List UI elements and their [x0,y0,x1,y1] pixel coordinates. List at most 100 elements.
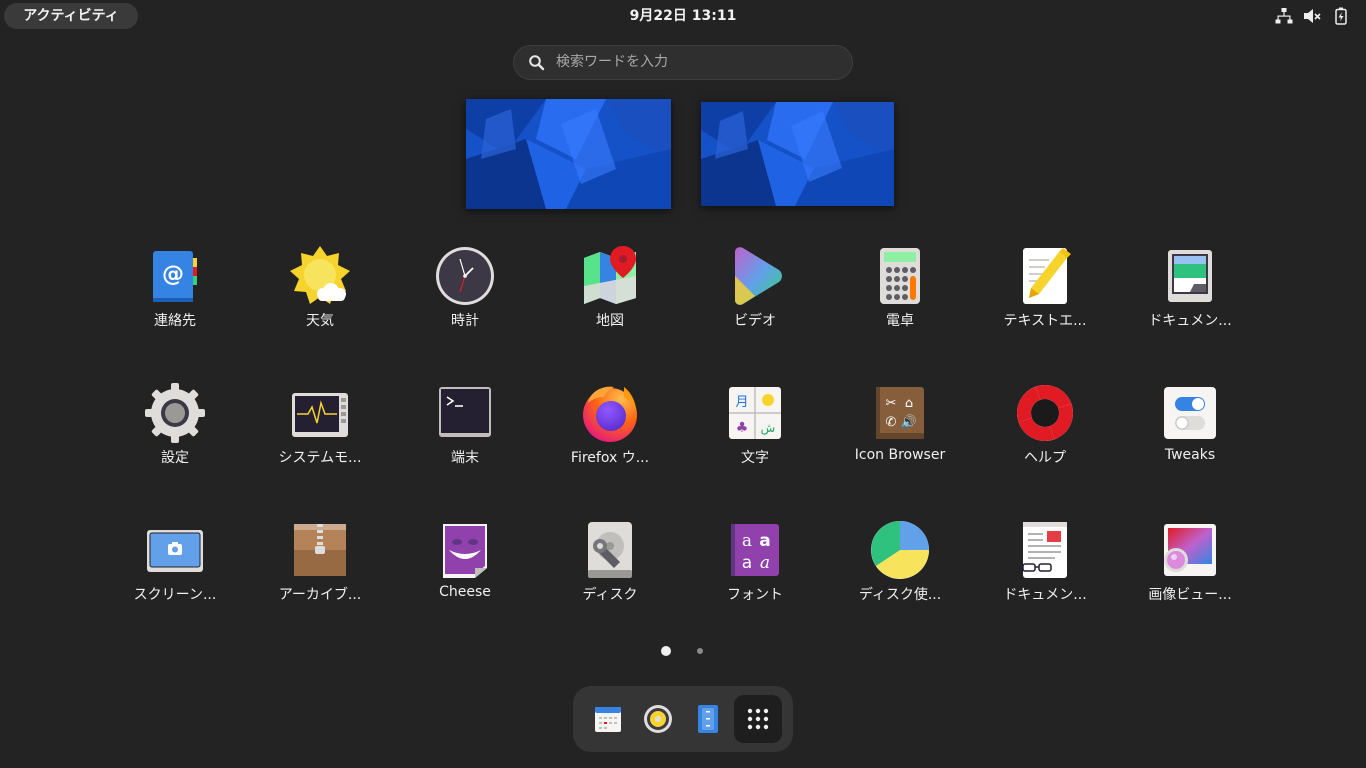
app-contacts[interactable]: @ 連絡先 [110,236,240,354]
weather-icon [290,246,350,304]
app-disk-usage[interactable]: ディスク使... [835,510,965,628]
svg-text:a: a [759,531,770,551]
show-apps-grid-icon [747,708,769,730]
cheese-icon [443,524,487,578]
app-terminal[interactable]: 端末 [400,373,530,491]
app-cheese[interactable]: Cheese [400,510,530,628]
workspace-thumbnail-1[interactable] [466,99,671,209]
page-indicator-2[interactable] [697,648,703,654]
archive-manager-icon [294,524,346,576]
calculator-icon [880,248,920,304]
disks-icon [588,522,632,578]
text-editor-icon [1023,248,1071,304]
search-placeholder: 検索ワードを入力 [556,54,668,70]
app-document-viewer[interactable]: ドキュメン... [980,510,1110,628]
clock-button[interactable]: 9月22日 13:11 [583,0,783,32]
svg-text:⌂: ⌂ [905,396,913,411]
document-viewer-icon [1022,522,1067,578]
app-calculator[interactable]: 電卓 [835,236,965,354]
app-image-viewer[interactable]: 画像ビュー... [1125,510,1255,628]
app-label: スクリーン... [133,587,217,603]
app-label: 電卓 [886,313,914,329]
app-label: 天気 [306,313,334,329]
wallpaper-thumbnail [466,99,671,209]
app-label: 画像ビュー... [1148,587,1232,603]
characters-icon: 月 ♣ ش [729,387,781,439]
help-lifebuoy-icon [1017,385,1073,441]
app-label: フォント [727,587,783,603]
search-icon [529,55,545,71]
contacts-icon: @ [153,251,197,302]
app-label: ドキュメン... [1003,587,1087,603]
svg-text:月: 月 [735,395,748,410]
app-label: ビデオ [734,313,776,329]
svg-text:a: a [742,531,752,551]
wallpaper-thumbnail [701,102,894,206]
tweaks-icon [1164,387,1216,439]
search-entry[interactable]: 検索ワードを入力 [513,45,853,80]
battery-icon[interactable] [1332,7,1350,25]
app-settings[interactable]: 設定 [110,373,240,491]
app-label: 文字 [741,450,769,466]
top-bar: アクティビティ 9月22日 13:11 [0,0,1366,32]
dock-calendar[interactable] [584,695,632,743]
app-icon-browser[interactable]: ✂ ⌂ ✆ 🔊 Icon Browser [835,373,965,491]
app-weather[interactable]: 天気 [255,236,385,354]
clock-icon [436,247,494,305]
svg-text:a: a [742,553,752,573]
workspace-thumbnail-2[interactable] [701,102,894,206]
app-disks[interactable]: ディスク [545,510,675,628]
svg-text:@: @ [162,262,184,287]
svg-text:🔊: 🔊 [901,413,917,430]
screenshot-icon [147,530,203,572]
dock-files[interactable] [684,695,732,743]
app-label: 設定 [161,450,189,466]
app-maps[interactable]: 地図 [545,236,675,354]
app-label: Tweaks [1164,447,1216,463]
video-icon [735,247,782,305]
app-label: システムモ... [278,450,362,466]
svg-text:a: a [760,553,770,573]
app-label: テキストエ... [1003,313,1087,329]
settings-gear-icon [145,383,205,443]
document-scanner-icon [1168,250,1212,302]
app-tweaks[interactable]: Tweaks [1125,373,1255,491]
app-text-editor[interactable]: テキストエ... [980,236,1110,354]
calendar-icon [595,707,621,732]
app-help[interactable]: ヘルプ [980,373,1110,491]
dock-rhythmbox[interactable] [634,695,682,743]
svg-text:♣: ♣ [736,420,749,436]
app-fonts[interactable]: a a a a フォント [690,510,820,628]
app-label: Firefox ウ... [570,450,650,466]
terminal-icon [439,387,491,437]
app-archive-manager[interactable]: アーカイブ... [255,510,385,628]
app-videos[interactable]: ビデオ [690,236,820,354]
page-indicator-1-active[interactable] [661,646,671,656]
show-apps-button[interactable] [734,695,782,743]
volume-muted-icon[interactable] [1303,7,1321,25]
app-system-monitor[interactable]: システムモ... [255,373,385,491]
rhythmbox-icon [644,705,672,733]
app-label: ヘルプ [1024,450,1066,466]
icon-browser-icon: ✂ ⌂ ✆ 🔊 [876,387,924,439]
dash-dock [573,686,793,752]
maps-icon [584,246,636,304]
app-characters[interactable]: 月 ♣ ش 文字 [690,373,820,491]
fonts-icon: a a a a [731,524,779,576]
svg-text:✆: ✆ [886,415,897,430]
app-screenshot[interactable]: スクリーン... [110,510,240,628]
svg-text:✂: ✂ [886,396,897,411]
firefox-icon [583,386,637,442]
app-label: ドキュメン... [1148,313,1232,329]
app-document-scanner[interactable]: ドキュメン... [1125,236,1255,354]
app-label: 時計 [451,313,479,329]
app-clocks[interactable]: 時計 [400,236,530,354]
image-viewer-icon [1164,524,1216,576]
app-label: Icon Browser [854,447,946,463]
network-icon[interactable] [1275,7,1293,25]
app-firefox[interactable]: Firefox ウ... [545,373,675,491]
app-label: ディスク使... [858,587,942,603]
disk-usage-icon [871,521,929,579]
files-icon [698,705,718,733]
activities-button[interactable]: アクティビティ [4,3,138,29]
